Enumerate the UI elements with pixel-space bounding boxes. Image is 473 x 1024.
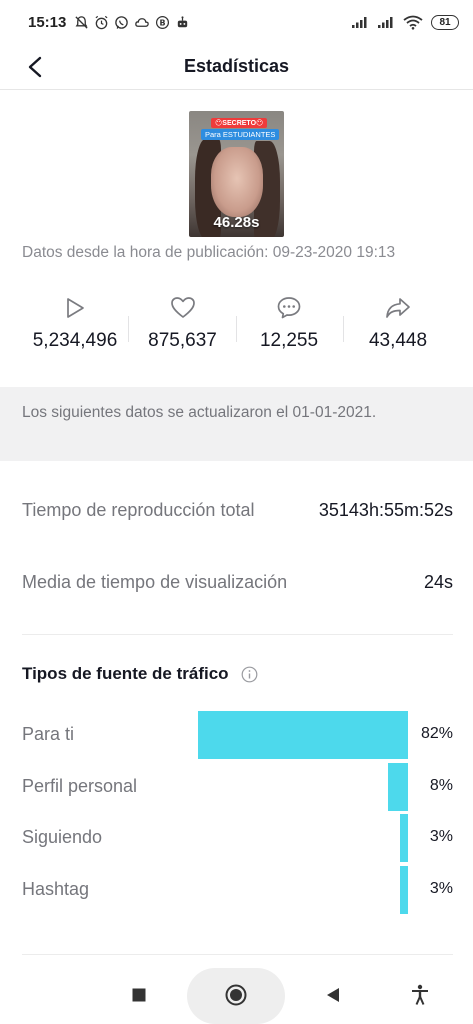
traffic-title-text: Tipos de fuente de tráfico [22,664,229,683]
triangle-left-icon [327,988,339,1002]
metric-divider [128,316,129,342]
publish-date: Datos desde la hora de publicación: 09-2… [22,244,396,261]
status-bar: 15:13 B 81 [0,0,473,44]
traffic-label: Siguiendo [22,827,103,847]
divider [22,954,453,955]
svg-text:B: B [160,18,166,27]
status-right: 81 [351,14,459,30]
heart-icon [170,292,196,324]
play-icon [63,292,87,324]
traffic-bar [387,763,408,811]
notification-icons: B [74,15,190,30]
b-badge-icon: B [156,15,170,29]
traffic-label: Hashtag [22,879,90,899]
traffic-row-hashtag: Hashtag 3% [22,866,453,914]
traffic-percent: 82% [420,725,453,742]
update-notice: Los siguientes datos se actualizaron el … [0,387,473,461]
total-playtime-row: Tiempo de reproducción total 35143h:55m:… [22,500,453,521]
plays-count: 5,234,496 [32,330,118,351]
thumbnail-face [211,147,263,217]
info-icon[interactable] [241,666,258,683]
metrics-row: 5,234,496 875,637 12,255 43,448 [20,292,453,362]
chevron-left-icon [28,56,42,78]
metric-divider [343,316,344,342]
likes-count: 875,637 [148,330,217,351]
status-left: 15:13 B [28,14,190,31]
battery-level: 81 [439,16,451,28]
accessibility-button[interactable] [408,983,432,1007]
traffic-bar [400,866,408,914]
traffic-label: Para ti [22,724,75,744]
shares-count: 43,448 [368,330,428,351]
status-time: 15:13 [28,13,67,31]
back-button[interactable] [20,52,50,82]
video-thumbnail[interactable]: 😶SECRETO😶 Para ESTUDIANTES 46.28s [189,111,284,237]
alarm-icon [95,15,108,29]
back-nav-button[interactable] [321,983,345,1007]
traffic-row-para-ti: Para ti 82% [22,711,453,759]
total-playtime-value: 35143h:55m:52s [318,500,453,520]
traffic-section-title: Tipos de fuente de tráfico [22,664,258,684]
header: Estadísticas [0,44,473,90]
thumbnail-tag-students: Para ESTUDIANTES [201,129,280,140]
traffic-label: Perfil personal [22,776,138,796]
circle-icon [225,984,247,1006]
signal-icon [352,17,367,28]
traffic-bar [198,711,408,759]
recents-button[interactable] [127,983,151,1007]
comment-icon [276,292,302,324]
cloud-icon [135,17,150,27]
battery-icon: 81 [431,14,459,30]
accessibility-icon [412,984,428,1005]
thumbnail-tag-secret: 😶SECRETO😶 [211,118,268,128]
home-button[interactable] [224,983,248,1007]
traffic-bar [400,814,408,862]
system-nav-bar [0,966,473,1024]
square-icon [132,988,146,1002]
wifi-icon [403,15,423,30]
signal-icon [378,17,393,28]
divider [22,634,453,635]
metric-likes: 875,637 [130,292,235,362]
whatsapp-icon [115,15,129,29]
metric-comments: 12,255 [235,292,343,362]
avg-watch-label: Media de tiempo de visualización [22,572,288,592]
video-duration: 46.28s [213,214,260,231]
total-playtime-label: Tiempo de reproducción total [22,500,255,520]
traffic-percent: 3% [429,880,453,897]
share-icon [384,292,412,324]
robot-icon [178,15,188,27]
traffic-row-perfil-personal: Perfil personal 8% [22,763,453,811]
traffic-percent: 8% [429,777,453,794]
page-title: Estadísticas [183,56,290,76]
metric-divider [236,316,237,342]
traffic-row-siguiendo: Siguiendo 3% [22,814,453,862]
metric-shares: 43,448 [343,292,453,362]
muted-bell-icon [75,15,88,29]
avg-watch-row: Media de tiempo de visualización 24s [22,572,453,593]
traffic-percent: 3% [429,828,453,845]
comments-count: 12,255 [259,330,319,351]
metric-plays: 5,234,496 [20,292,130,362]
avg-watch-value: 24s [423,572,453,592]
